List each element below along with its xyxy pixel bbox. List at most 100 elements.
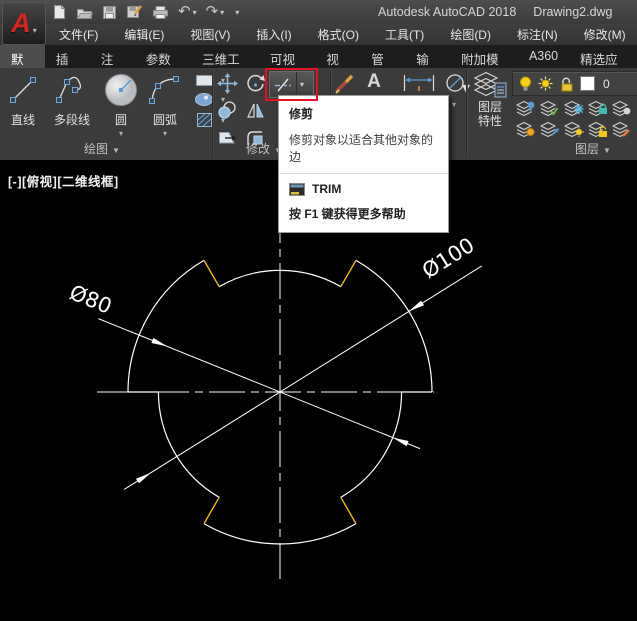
layer-unlock-icon: [559, 76, 574, 92]
menu-modify[interactable]: 修改(M): [571, 24, 637, 45]
draw-panel: 直线 多段线 圆 ▾ 圆弧 ▾ ▾: [4, 71, 225, 138]
text-button[interactable]: A: [362, 70, 386, 94]
layer-isolate-button[interactable]: [516, 100, 536, 117]
new-file-icon: [52, 4, 67, 20]
save-icon: [102, 5, 117, 20]
linear-dimension-icon: [401, 73, 437, 93]
layer-thaw-all-button[interactable]: [564, 121, 584, 138]
undo-button[interactable]: ↶ ▾: [178, 5, 197, 19]
document-name: Drawing2.dwg: [533, 5, 612, 19]
tab-output[interactable]: 输出: [405, 45, 450, 68]
draw-panel-label[interactable]: 绘图▼: [84, 140, 120, 157]
new-file-button[interactable]: [52, 4, 67, 20]
layer-state-control[interactable]: 0: [512, 71, 637, 96]
layer-properties-label-2: 特性: [478, 114, 502, 128]
viewport-controls[interactable]: [-][俯视][二维线框]: [8, 171, 119, 190]
tab-parametric[interactable]: 参数化: [135, 45, 191, 68]
rotate-icon: [245, 73, 266, 94]
match-properties-button[interactable]: [333, 71, 357, 95]
draw-panel-expand-icon: ▼: [112, 146, 120, 155]
tab-annotate[interactable]: 注释: [90, 45, 135, 68]
plot-button[interactable]: [152, 5, 169, 20]
arc-dropdown-icon[interactable]: ▾: [163, 129, 167, 138]
application-menu-button[interactable]: A ▾: [2, 2, 46, 45]
chevron-down-icon: ▾: [33, 26, 37, 35]
tab-manage[interactable]: 管理: [360, 45, 405, 68]
menu-view[interactable]: 视图(V): [177, 24, 243, 45]
layer-lock-button[interactable]: [588, 100, 608, 117]
polyline-label: 多段线: [54, 111, 90, 128]
autocad-window: Autodesk AutoCAD 2018 Drawing2.dwg A ▾ ↶…: [0, 0, 637, 621]
circle-button[interactable]: 圆 ▾: [102, 71, 140, 138]
layer-properties-icon: [473, 70, 507, 100]
modify-panel-label[interactable]: 修改▼: [246, 140, 282, 157]
line-button[interactable]: 直线: [4, 71, 42, 138]
dim-label-100: Ø100: [418, 233, 479, 283]
tab-3d-tools[interactable]: 三维工具: [191, 45, 259, 68]
menu-bar: 文件(F) 编辑(E) 视图(V) 插入(I) 格式(O) 工具(T) 绘图(D…: [0, 24, 637, 45]
save-button[interactable]: [102, 5, 117, 20]
tooltip-help-hint: 按 F1 键获得更多帮助: [289, 205, 438, 222]
circle-dropdown-icon[interactable]: ▾: [119, 129, 123, 138]
menu-tools[interactable]: 工具(T): [372, 24, 437, 45]
layer-unlock-all-button[interactable]: [588, 121, 608, 138]
arc-icon: [148, 73, 182, 107]
copy-button[interactable]: [215, 98, 239, 122]
rotate-button[interactable]: [243, 71, 267, 95]
tooltip-description: 修剪对象以适合其他对象的边: [289, 131, 438, 165]
tab-add-ins[interactable]: 附加模块: [450, 45, 518, 68]
layer-make-current-button[interactable]: [612, 100, 632, 117]
open-file-button[interactable]: [76, 5, 93, 20]
layer-thaw-sun-icon: [538, 76, 553, 91]
line-icon: [7, 74, 39, 106]
layer-previous-button[interactable]: [540, 121, 560, 138]
autocad-logo-icon: A: [11, 10, 31, 37]
arc-label: 圆弧: [153, 111, 177, 128]
dim-label-80: Ø80: [66, 280, 115, 318]
polyline-button[interactable]: 多段线: [48, 71, 96, 138]
annotation-dropdown-icon[interactable]: ▾: [452, 100, 456, 109]
menu-file[interactable]: 文件(F): [46, 24, 111, 45]
menu-format[interactable]: 格式(O): [305, 24, 372, 45]
text-icon: A: [367, 71, 381, 93]
app-title: Autodesk AutoCAD 2018: [378, 5, 516, 19]
menu-dimension[interactable]: 标注(N): [504, 24, 571, 45]
layer-match-button[interactable]: [540, 100, 560, 117]
redo-dropdown-icon: ▾: [220, 8, 224, 17]
tab-insert[interactable]: 插入: [45, 45, 90, 68]
current-layer-name: 0: [603, 77, 610, 91]
copy-icon: [217, 100, 237, 120]
brush-icon: [334, 72, 356, 94]
redo-button[interactable]: ↷ ▾: [206, 5, 225, 19]
layer-freeze-button[interactable]: [564, 100, 584, 117]
layer-properties-button[interactable]: 图层 特性: [468, 70, 512, 142]
tab-home[interactable]: 默认: [0, 45, 45, 68]
stretch-button[interactable]: [215, 125, 239, 149]
window-title: Autodesk AutoCAD 2018 Drawing2.dwg: [378, 5, 613, 19]
dimension-button[interactable]: [400, 71, 438, 95]
mirror-button[interactable]: [243, 98, 267, 122]
layer-off-button[interactable]: [516, 121, 536, 138]
move-button[interactable]: [215, 71, 239, 95]
save-as-button[interactable]: [126, 4, 143, 20]
tooltip-separator: [279, 173, 448, 174]
arc-button[interactable]: 圆弧 ▾: [146, 71, 184, 138]
layers-panel-label[interactable]: 图层▼: [575, 140, 611, 157]
menu-edit[interactable]: 编辑(E): [111, 24, 177, 45]
save-as-icon: [126, 4, 143, 20]
layer-on-bulb-icon: [519, 76, 532, 92]
undo-dropdown-icon: ▾: [193, 8, 197, 17]
quick-access-toolbar: ↶ ▾ ↷ ▾ ▾: [52, 3, 239, 21]
tab-view[interactable]: 视图: [315, 45, 360, 68]
qat-customize-button[interactable]: ▾: [233, 8, 239, 17]
command-icon: [289, 183, 305, 196]
move-icon: [217, 73, 238, 94]
layer-merge-button[interactable]: [612, 121, 632, 138]
open-folder-icon: [76, 5, 93, 20]
menu-insert[interactable]: 插入(I): [243, 24, 304, 45]
tab-visualize[interactable]: 可视化: [259, 45, 315, 68]
tab-featured-apps[interactable]: 精选应用: [569, 45, 637, 68]
printer-icon: [152, 5, 169, 20]
menu-draw[interactable]: 绘图(D): [437, 24, 504, 45]
tab-a360[interactable]: A360: [518, 45, 569, 68]
